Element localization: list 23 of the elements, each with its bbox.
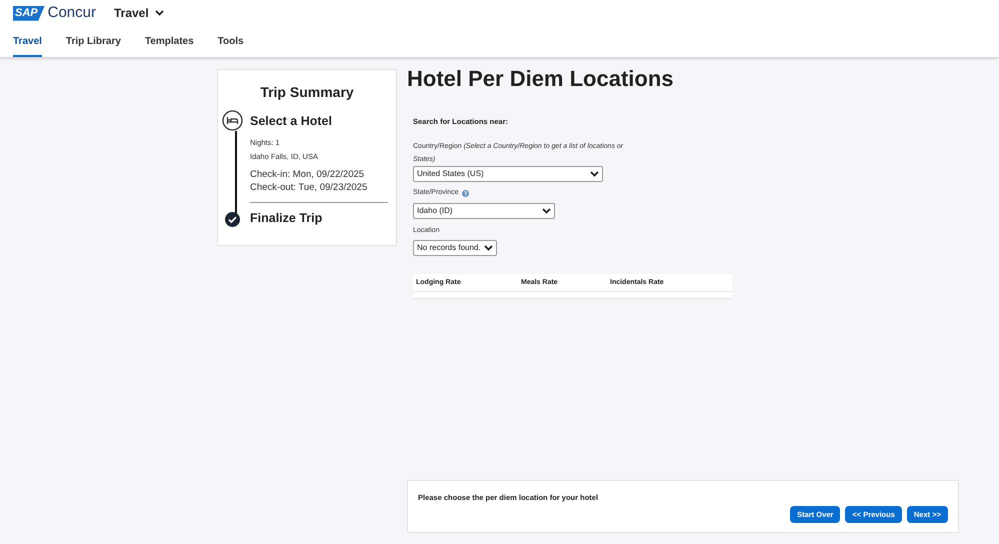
logo-badge: SAP — [13, 6, 45, 21]
help-icon[interactable] — [462, 190, 469, 197]
logo-text: Concur — [48, 3, 96, 24]
chevron-down-icon — [154, 10, 164, 16]
check-circle-icon — [225, 212, 240, 228]
app-menu-button[interactable]: Travel — [114, 4, 164, 22]
step-title: Select a Hotel — [250, 113, 333, 130]
chevron-down-icon — [484, 245, 493, 252]
chevron-down-icon — [542, 208, 551, 214]
nav-tab[interactable]: Travel — [13, 34, 42, 57]
card-title: Trip Summary — [259, 83, 355, 102]
step-date: Check-in: Mon, 09/22/2025 — [250, 168, 366, 182]
dropdown-field[interactable]: United States (US) — [413, 166, 603, 182]
chevron-down-icon — [590, 171, 599, 178]
nav-tab[interactable]: Tools — [218, 34, 244, 57]
page-title: Hotel Per Diem Locations — [407, 66, 675, 92]
dropdown-field[interactable]: Idaho (ID) — [413, 202, 555, 219]
dropdown-field[interactable]: No records found. — [413, 240, 497, 256]
bed-icon — [222, 110, 243, 131]
step-title: Finalize Trip — [250, 210, 324, 228]
nav-tab[interactable]: Templates — [144, 34, 194, 57]
step-date: Check-out: Tue, 09/23/2025 — [250, 181, 368, 194]
nav-tab[interactable]: Trip Library — [66, 34, 121, 57]
